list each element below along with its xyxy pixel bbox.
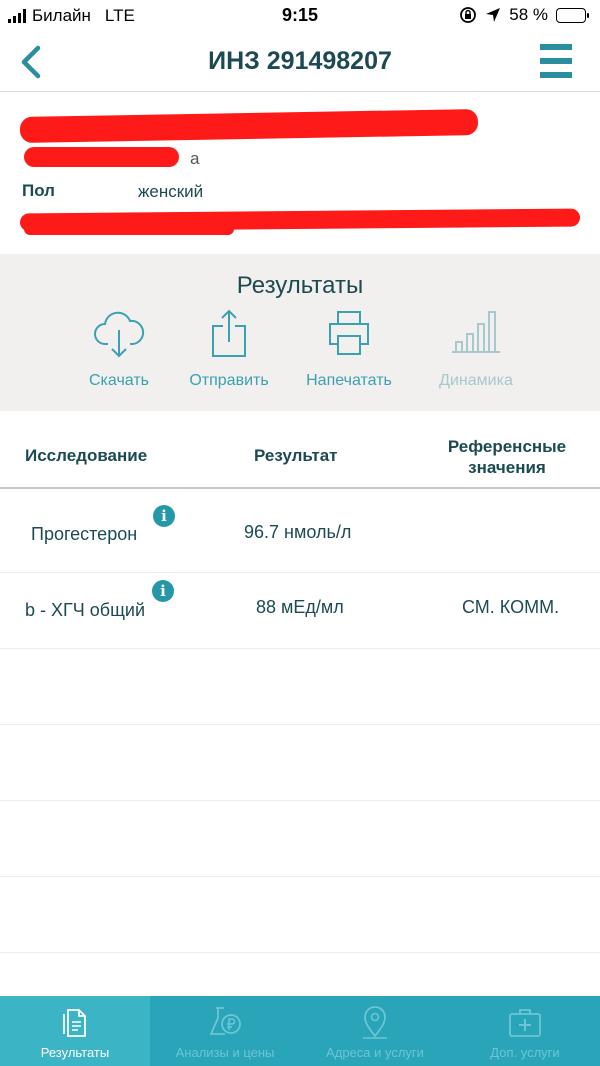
column-header-study: Исследование bbox=[25, 446, 148, 465]
bottom-tab-bar: Результаты Анализы и цены Адреса и услуг… bbox=[0, 996, 600, 1066]
page-title: ИНЗ 291498207 bbox=[208, 47, 392, 75]
tab-results[interactable]: Результаты bbox=[0, 996, 150, 1066]
download-label: Скачать bbox=[89, 372, 149, 389]
result-value: 96.7 нмоль/л bbox=[244, 522, 352, 542]
printer-icon bbox=[329, 311, 369, 355]
app-header: ИНЗ 291498207 bbox=[0, 32, 600, 92]
tab-results-label: Результаты bbox=[40, 1045, 110, 1060]
table-row[interactable]: b - ХГЧ общий i 88 мЕд/мл СМ. КОММ. bbox=[0, 573, 600, 649]
dynamics-label: Динамика bbox=[439, 372, 513, 389]
flask-ruble-icon bbox=[209, 1007, 241, 1035]
table-row[interactable]: Прогестерон i 96.7 нмоль/л bbox=[0, 497, 600, 573]
status-bar: Билайн LTE 9:15 58 % bbox=[0, 0, 600, 32]
tab-extra-services-label: Доп. услуги bbox=[490, 1045, 560, 1060]
print-button[interactable]: Напечатать bbox=[294, 306, 404, 390]
redaction-mark bbox=[19, 109, 479, 143]
redaction-mark bbox=[24, 147, 179, 167]
results-table-header: Исследование Результат Референсные значе… bbox=[0, 411, 600, 489]
share-icon bbox=[212, 309, 246, 357]
empty-row bbox=[0, 877, 600, 953]
column-header-reference: Референсные значения bbox=[447, 437, 567, 477]
print-label: Напечатать bbox=[306, 372, 392, 389]
send-label: Отправить bbox=[189, 372, 269, 389]
results-heading: Результаты bbox=[236, 272, 364, 299]
empty-row bbox=[0, 801, 600, 877]
location-arrow-icon bbox=[486, 8, 501, 22]
dynamics-button[interactable]: Динамика bbox=[421, 306, 531, 390]
send-button[interactable]: Отправить bbox=[174, 306, 284, 390]
battery-icon bbox=[556, 7, 589, 23]
gender-label: Пол bbox=[22, 181, 55, 200]
medical-kit-icon bbox=[509, 1009, 541, 1037]
column-header-result: Результат bbox=[254, 446, 338, 465]
download-button[interactable]: Скачать bbox=[64, 306, 174, 390]
cloud-download-icon bbox=[94, 311, 145, 358]
patient-info: а Пол женский bbox=[0, 93, 600, 253]
results-actions-panel: Результаты Скачать Отправить Напечатать bbox=[0, 254, 600, 411]
bar-chart-icon bbox=[452, 311, 500, 353]
study-name: Прогестерон bbox=[31, 524, 138, 544]
tab-extra-services[interactable]: Доп. услуги bbox=[450, 996, 600, 1066]
tab-analyses-prices-label: Анализы и цены bbox=[175, 1045, 275, 1060]
hamburger-menu-icon[interactable] bbox=[540, 44, 572, 78]
reference-value: СМ. КОММ. bbox=[462, 597, 560, 617]
rotation-lock-icon bbox=[460, 7, 477, 23]
documents-icon bbox=[63, 1009, 86, 1037]
tab-analyses-prices[interactable]: Анализы и цены bbox=[150, 996, 300, 1066]
redaction-mark bbox=[24, 223, 234, 235]
study-name: b - ХГЧ общий bbox=[25, 600, 145, 620]
info-icon[interactable]: i bbox=[152, 580, 174, 602]
result-value: 88 мЕд/мл bbox=[256, 597, 344, 617]
tab-addresses-services[interactable]: Адреса и услуги bbox=[300, 996, 450, 1066]
empty-row bbox=[0, 725, 600, 801]
gender-value: женский bbox=[138, 182, 204, 201]
empty-row bbox=[0, 649, 600, 725]
battery-percent: 58 % bbox=[509, 5, 548, 24]
name-tail-text: а bbox=[190, 149, 200, 168]
status-right: 58 % bbox=[459, 5, 589, 25]
info-icon[interactable]: i bbox=[153, 505, 175, 527]
map-pin-icon bbox=[363, 1006, 387, 1039]
tab-addresses-services-label: Адреса и услуги bbox=[326, 1045, 424, 1060]
